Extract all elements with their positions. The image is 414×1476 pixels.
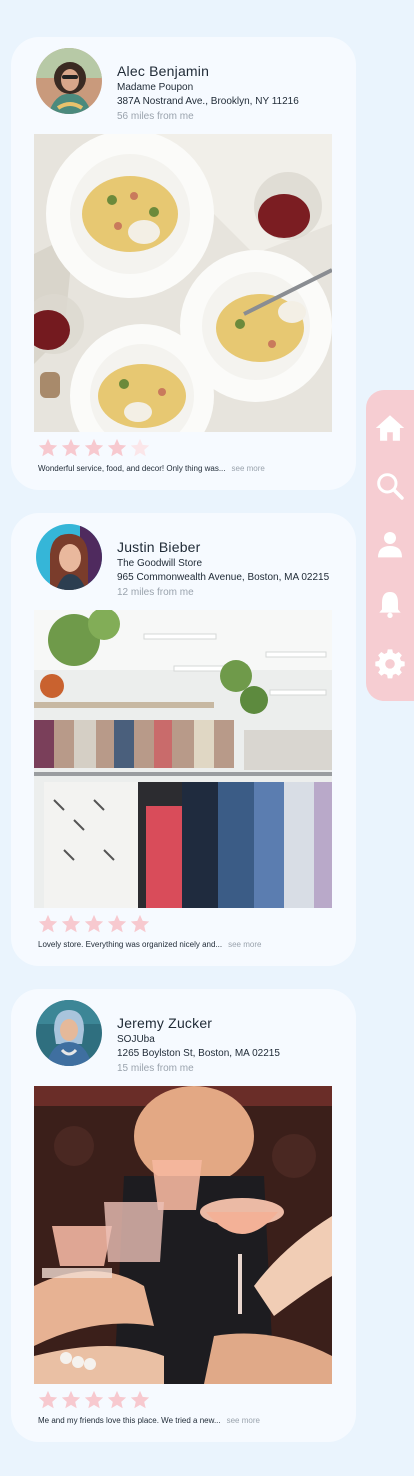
star-rating[interactable] bbox=[37, 913, 151, 935]
review-photo[interactable] bbox=[34, 1086, 332, 1384]
star-icon[interactable] bbox=[83, 1389, 105, 1411]
avatar[interactable] bbox=[36, 524, 102, 590]
reviewer-name[interactable]: Alec Benjamin bbox=[117, 63, 209, 79]
review-excerpt: Lovely store. Everything was organized n… bbox=[38, 940, 223, 949]
nav-profile[interactable] bbox=[372, 526, 408, 562]
bell-icon[interactable] bbox=[374, 588, 406, 620]
review-excerpt: Me and my friends love this place. We tr… bbox=[38, 1416, 221, 1425]
reviews-feed-page: Alec Benjamin Madame Poupon 387A Nostran… bbox=[0, 0, 414, 1476]
review-excerpt: Wonderful service, food, and decor! Only… bbox=[38, 464, 226, 473]
see-more-link[interactable]: see more bbox=[232, 464, 265, 473]
star-icon[interactable] bbox=[106, 913, 128, 935]
review-photo[interactable] bbox=[34, 610, 332, 908]
avatar[interactable] bbox=[36, 48, 102, 114]
star-icon[interactable] bbox=[60, 913, 82, 935]
gear-icon[interactable] bbox=[374, 648, 406, 680]
star-icon[interactable] bbox=[37, 913, 59, 935]
star-icon[interactable] bbox=[60, 437, 82, 459]
review-card[interactable]: Alec Benjamin Madame Poupon 387A Nostran… bbox=[11, 37, 356, 490]
reviewer-name[interactable]: Justin Bieber bbox=[117, 539, 201, 555]
star-icon[interactable] bbox=[60, 1389, 82, 1411]
star-icon[interactable] bbox=[37, 437, 59, 459]
nav-search[interactable] bbox=[372, 468, 408, 504]
star-rating[interactable] bbox=[37, 1389, 151, 1411]
review-text: Lovely store. Everything was organized n… bbox=[38, 940, 261, 949]
venue-name[interactable]: Madame Poupon bbox=[117, 82, 193, 93]
profile-icon[interactable] bbox=[374, 528, 406, 560]
distance-label: 15 miles from me bbox=[117, 1063, 194, 1074]
nav-notifications[interactable] bbox=[372, 586, 408, 622]
venue-name[interactable]: SOJUba bbox=[117, 1034, 155, 1045]
distance-label: 56 miles from me bbox=[117, 111, 194, 122]
star-icon[interactable] bbox=[83, 913, 105, 935]
review-text: Me and my friends love this place. We tr… bbox=[38, 1416, 260, 1425]
avatar[interactable] bbox=[36, 1000, 102, 1066]
search-icon[interactable] bbox=[374, 470, 406, 502]
star-icon[interactable] bbox=[106, 437, 128, 459]
distance-label: 12 miles from me bbox=[117, 587, 194, 598]
review-card[interactable]: Justin Bieber The Goodwill Store 965 Com… bbox=[11, 513, 356, 966]
nav-settings[interactable] bbox=[372, 646, 408, 682]
review-card[interactable]: Jeremy Zucker SOJUba 1265 Boylston St, B… bbox=[11, 989, 356, 1442]
reviewer-name[interactable]: Jeremy Zucker bbox=[117, 1015, 212, 1031]
venue-address: 1265 Boylston St, Boston, MA 02215 bbox=[117, 1048, 280, 1059]
star-icon[interactable] bbox=[83, 437, 105, 459]
review-text: Wonderful service, food, and decor! Only… bbox=[38, 464, 265, 473]
star-icon[interactable] bbox=[106, 1389, 128, 1411]
star-icon[interactable] bbox=[129, 1389, 151, 1411]
venue-address: 965 Commonwealth Avenue, Boston, MA 0221… bbox=[117, 572, 330, 583]
home-icon[interactable] bbox=[373, 411, 407, 445]
see-more-link[interactable]: see more bbox=[228, 940, 261, 949]
venue-name[interactable]: The Goodwill Store bbox=[117, 558, 202, 569]
venue-address: 387A Nostrand Ave., Brooklyn, NY 11216 bbox=[117, 96, 299, 107]
see-more-link[interactable]: see more bbox=[227, 1416, 260, 1425]
review-photo[interactable] bbox=[34, 134, 332, 432]
star-icon[interactable] bbox=[37, 1389, 59, 1411]
side-nav bbox=[366, 390, 414, 701]
star-icon[interactable] bbox=[129, 913, 151, 935]
nav-home[interactable] bbox=[372, 410, 408, 446]
star-rating[interactable] bbox=[37, 437, 151, 459]
star-icon[interactable] bbox=[129, 437, 151, 459]
